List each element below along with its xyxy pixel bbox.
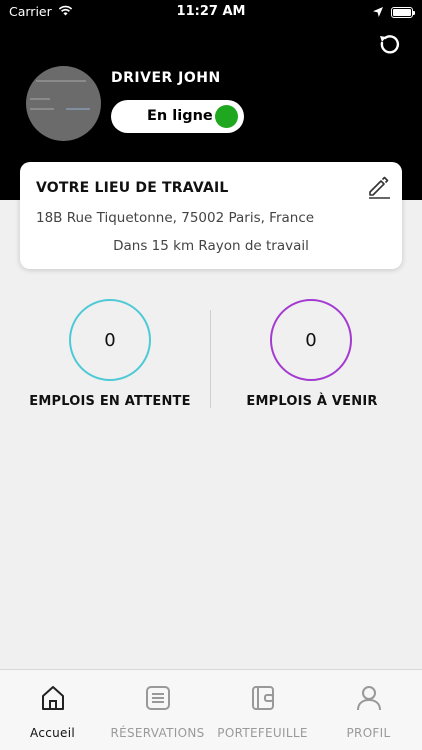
clock: 11:27 AM [176,4,246,19]
pencil-icon [369,176,390,199]
refresh-icon [380,35,400,54]
tab-label: PORTEFEUILLE [217,726,308,740]
workplace-title: VOTRE LIEU DE TRAVAIL [36,180,229,196]
status-bar: Carrier 11:27 AM [0,0,422,24]
bottom-tab-bar: Accueil RÉSERVATIONS PORTEFEUILLE PROFIL [0,669,422,750]
online-status-label: En ligne [147,108,213,124]
avatar[interactable] [26,66,101,141]
refresh-button[interactable] [372,28,406,62]
job-stats: 0 EMPLOIS EN ATTENTE 0 EMPLOIS À VENIR [0,299,422,420]
location-arrow-icon [373,5,383,20]
wallet-icon [252,686,274,710]
list-icon [146,686,170,710]
online-status-toggle[interactable]: En ligne [111,100,244,133]
tab-label: PROFIL [346,726,391,740]
online-indicator [215,105,238,128]
tab-label: Accueil [30,726,75,740]
user-icon [357,686,381,711]
tab-profil[interactable]: PROFIL [316,670,421,750]
pending-jobs-count[interactable]: 0 [69,299,151,381]
tab-portefeuille[interactable]: PORTEFEUILLE [210,670,315,750]
driver-name: DRIVER JOHN [111,70,221,86]
workplace-card: VOTRE LIEU DE TRAVAIL 18B Rue Tiquetonne… [20,162,402,269]
edit-workplace-button[interactable] [364,172,392,200]
tab-label: RÉSERVATIONS [110,726,205,740]
workplace-address: 18B Rue Tiquetonne, 75002 Paris, France [36,210,315,226]
tab-accueil[interactable]: Accueil [0,670,105,750]
stats-divider [210,310,211,408]
work-radius: Dans 15 km Rayon de travail [113,238,309,254]
upcoming-jobs-count[interactable]: 0 [270,299,352,381]
pending-jobs-label: EMPLOIS EN ATTENTE [29,394,191,409]
tab-reservations[interactable]: RÉSERVATIONS [105,670,210,750]
battery-icon [391,7,415,18]
home-icon [42,686,64,710]
upcoming-jobs-label: EMPLOIS À VENIR [246,394,378,409]
